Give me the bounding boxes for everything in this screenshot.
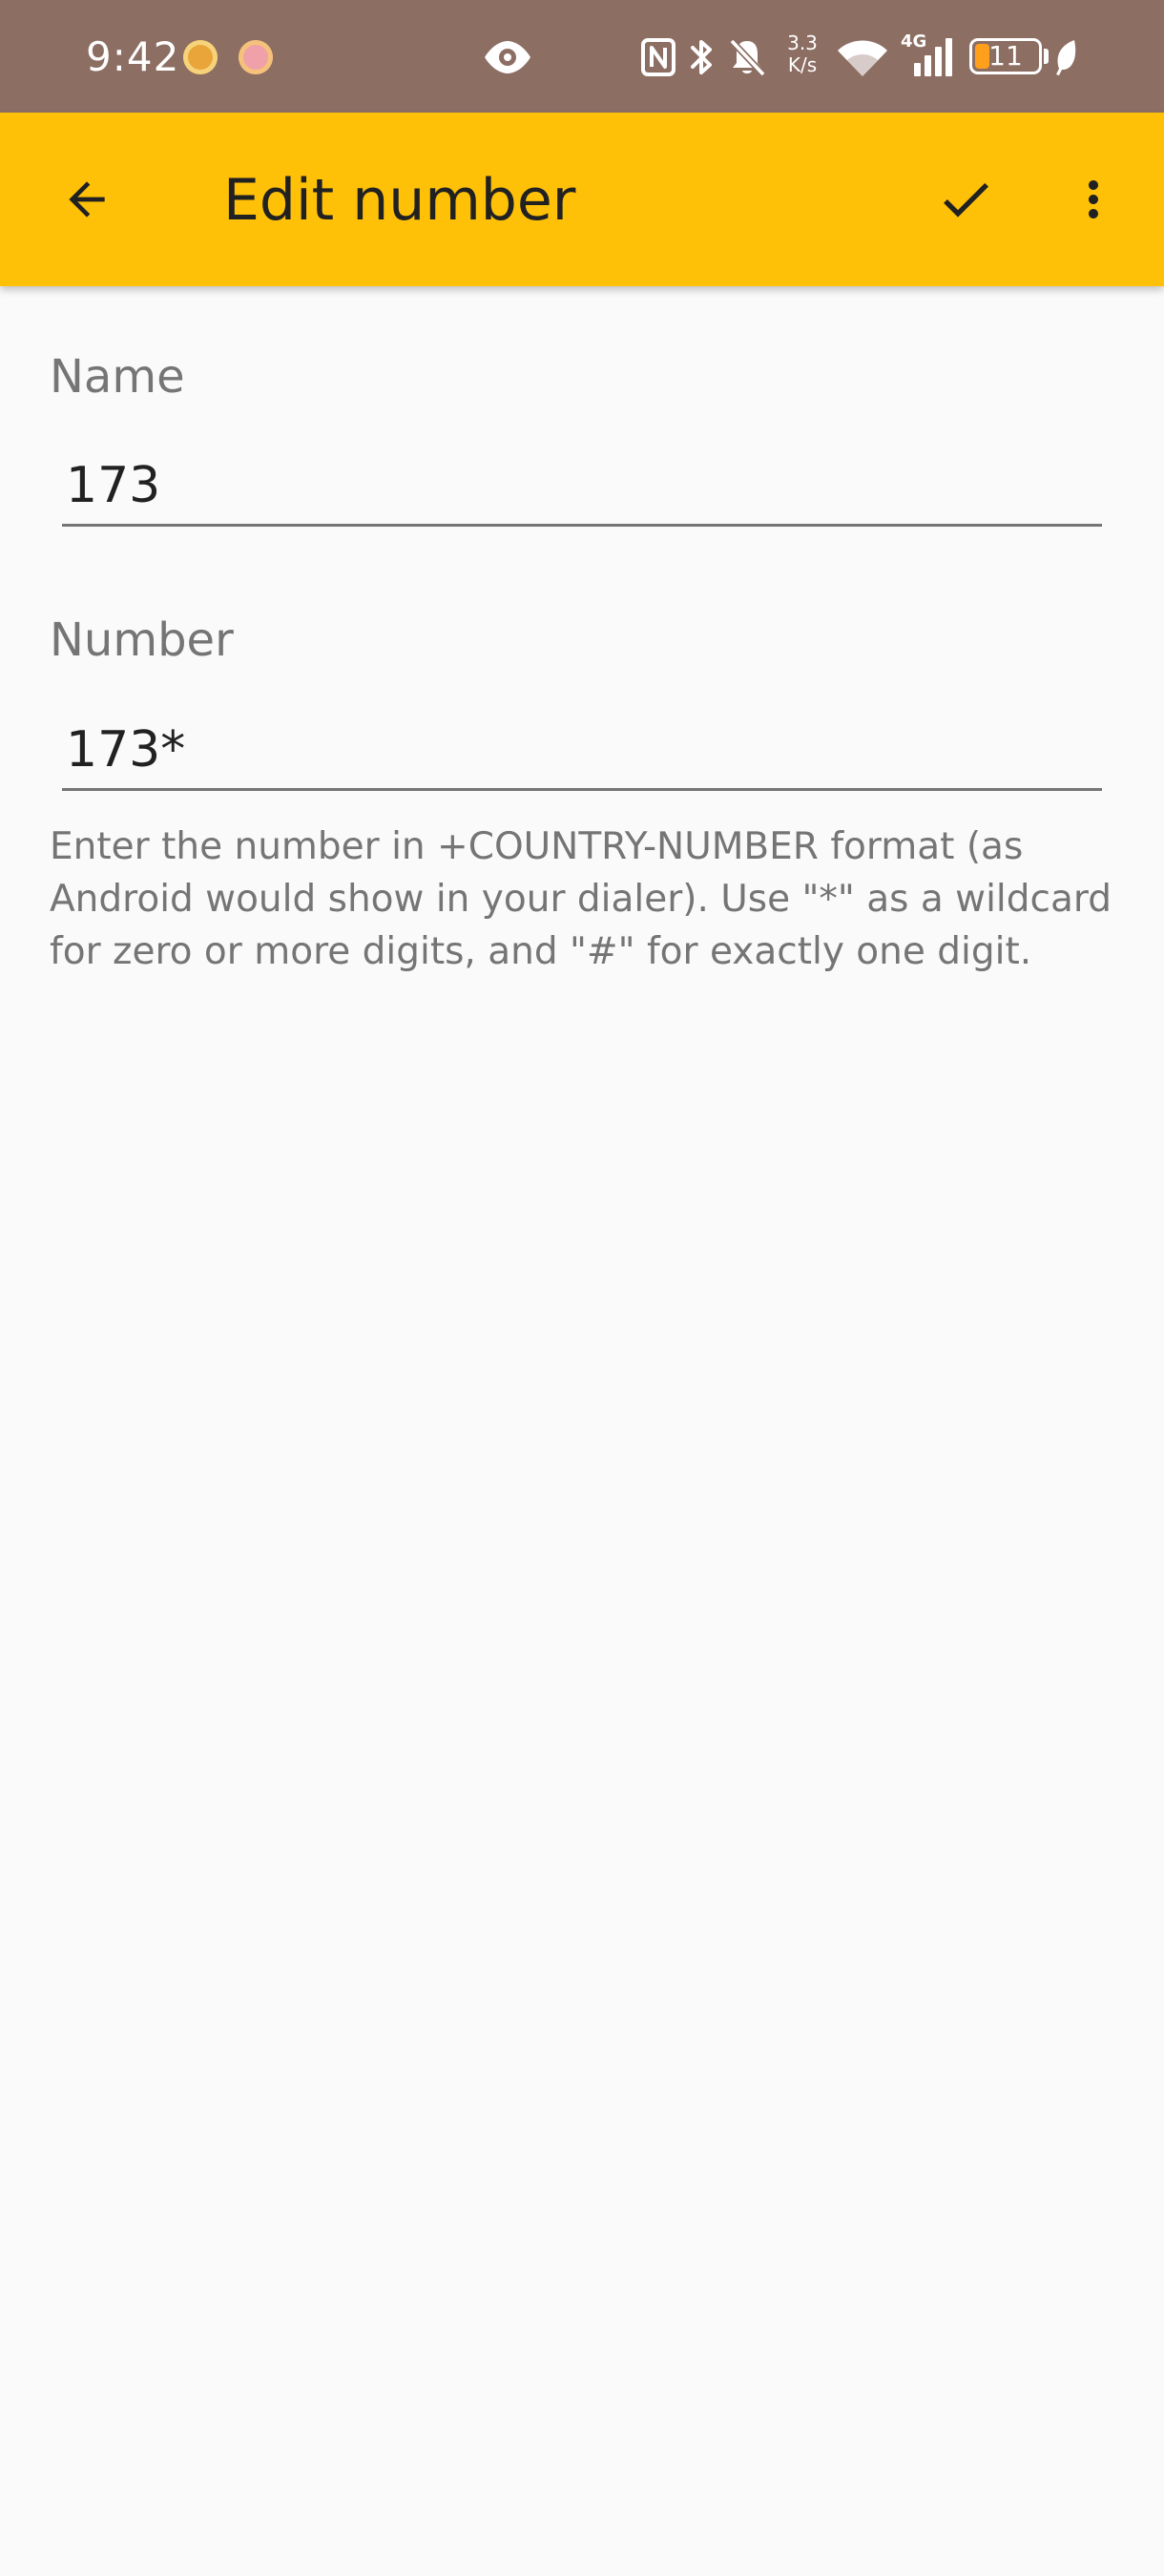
check-icon <box>944 182 988 218</box>
number-helper-text: Enter the number in +COUNTRY-NUMBER form… <box>50 825 1112 973</box>
more-options-button[interactable] <box>1046 152 1141 247</box>
number-field[interactable] <box>62 711 1102 791</box>
battery-icon: 11 <box>969 38 1042 74</box>
bluetooth-icon <box>691 40 712 74</box>
more-vert-icon <box>1089 180 1098 218</box>
battery-level: 11 <box>988 40 1023 72</box>
status-time: 9:42 <box>86 33 180 80</box>
save-button[interactable] <box>918 152 1013 247</box>
network-speed-value: 3.3 <box>787 31 818 54</box>
mute-bell-icon <box>729 38 766 77</box>
nfc-icon <box>641 38 676 76</box>
name-label: Name <box>50 350 185 404</box>
back-button[interactable] <box>39 152 135 247</box>
wifi-icon <box>838 40 887 76</box>
battery-tip <box>1044 49 1049 64</box>
leaf-icon <box>1056 40 1076 75</box>
page-title: Edit number <box>223 167 576 234</box>
network-speed: 3.3 K/s <box>782 32 822 76</box>
number-label: Number <box>50 613 234 667</box>
name-field[interactable] <box>62 447 1102 527</box>
signal-icon <box>914 38 952 76</box>
app-bar: Edit number <box>0 113 1164 286</box>
notification-app-icon <box>183 40 218 74</box>
network-speed-unit: K/s <box>787 53 818 76</box>
arrow-back-icon <box>69 181 105 218</box>
status-bar: 9:42 3.3 K/s 4G 11 <box>0 0 1164 113</box>
notification-app-icon <box>239 40 273 74</box>
eye-icon <box>485 41 530 73</box>
